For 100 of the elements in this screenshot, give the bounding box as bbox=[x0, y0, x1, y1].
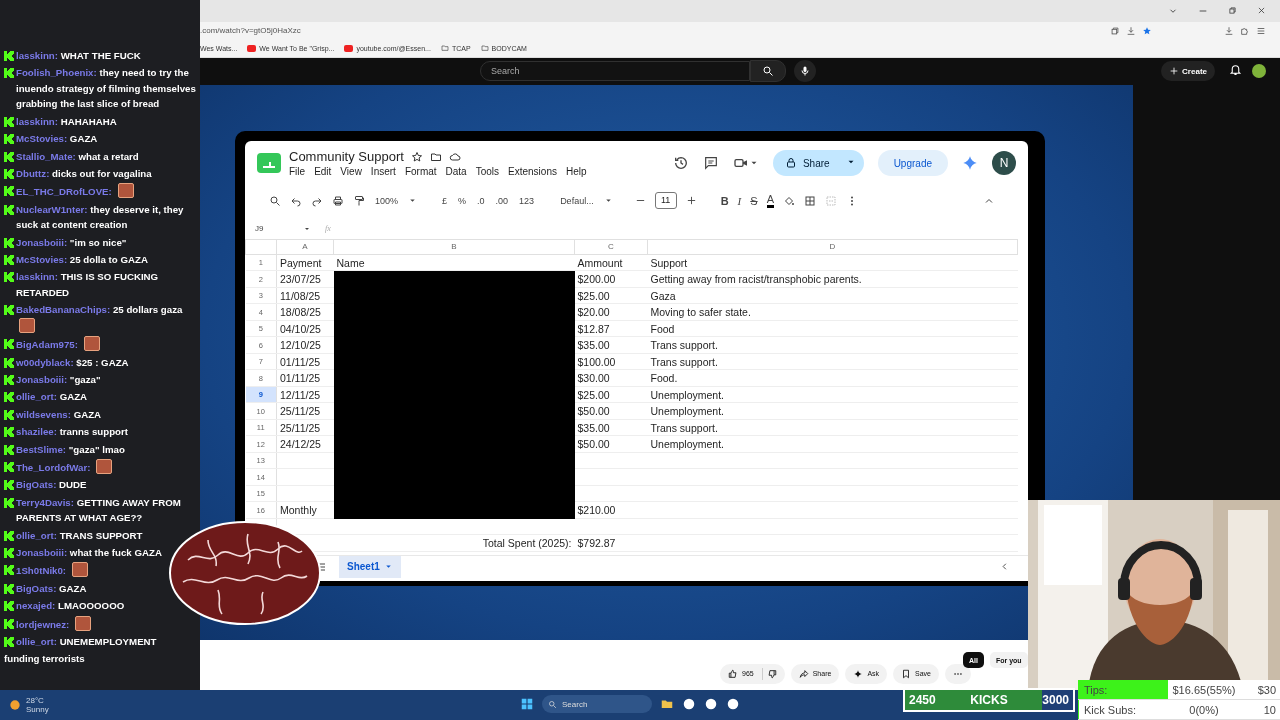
table-cell: Name bbox=[336, 256, 365, 269]
strikethrough-button[interactable]: S bbox=[750, 194, 758, 207]
create-button[interactable]: Create bbox=[1161, 61, 1215, 82]
table-cell: Monthly bbox=[280, 504, 317, 517]
taskbar-search[interactable]: Search bbox=[542, 695, 652, 713]
bold-button[interactable]: B bbox=[720, 194, 729, 207]
table-cell: $25.00 bbox=[577, 388, 610, 401]
table-cell: Trans support. bbox=[650, 421, 718, 434]
menu-item[interactable]: Format bbox=[404, 166, 437, 178]
download-icon[interactable] bbox=[1224, 25, 1234, 36]
cloud-icon[interactable] bbox=[448, 150, 461, 163]
chat-message: Stallio_Mate: what a retard bbox=[16, 149, 139, 164]
kick-badge-icon bbox=[4, 339, 14, 350]
menu-item[interactable]: Tools bbox=[475, 166, 500, 178]
paint-roller-icon[interactable] bbox=[353, 194, 365, 207]
restore-icon[interactable] bbox=[1228, 6, 1237, 16]
menu-icon[interactable] bbox=[1256, 25, 1266, 36]
table-cell: $25.00 bbox=[577, 289, 610, 302]
picture-in-picture-icon[interactable] bbox=[1110, 25, 1120, 36]
table-cell: 12/10/25 bbox=[280, 339, 321, 352]
increase-decimals[interactable]: .00 bbox=[494, 195, 510, 206]
fill-bucket-icon[interactable] bbox=[782, 194, 795, 207]
chat-message: BigOats: DUDE bbox=[16, 478, 87, 493]
more-button[interactable] bbox=[945, 664, 971, 684]
menu-item[interactable]: Insert bbox=[370, 166, 396, 178]
history-icon[interactable] bbox=[672, 155, 689, 172]
avatar-icon[interactable] bbox=[1252, 64, 1266, 79]
kick-badge-icon bbox=[4, 51, 14, 61]
goal-target: 10 bbox=[1263, 703, 1277, 716]
sheet-tab[interactable]: Sheet1 bbox=[339, 555, 401, 578]
kick-badge-icon bbox=[4, 68, 14, 79]
search-field[interactable]: Search bbox=[480, 61, 750, 82]
kick-badge-icon bbox=[4, 461, 14, 472]
upgrade-button[interactable]: Upgrade bbox=[877, 150, 948, 177]
number-format[interactable]: 123 bbox=[518, 195, 536, 206]
kick-badge-icon bbox=[4, 618, 14, 629]
column-header[interactable]: B bbox=[451, 242, 457, 252]
table-cell: 11/08/25 bbox=[280, 289, 321, 302]
search-button[interactable] bbox=[750, 60, 786, 83]
chat-message: Jonasboiii: "gaza" bbox=[16, 372, 101, 387]
app-icon[interactable] bbox=[682, 697, 696, 711]
print-icon[interactable] bbox=[332, 194, 344, 207]
menu-item[interactable]: Edit bbox=[314, 166, 332, 178]
kick-badge-icon bbox=[4, 272, 14, 283]
menu-item[interactable]: Extensions bbox=[508, 166, 557, 178]
app-icon[interactable] bbox=[704, 697, 718, 711]
lock-icon bbox=[784, 157, 797, 170]
zoom-dropdown[interactable]: 100% bbox=[374, 195, 400, 206]
menu-item[interactable]: File bbox=[289, 166, 306, 178]
star-icon[interactable] bbox=[1142, 25, 1152, 36]
chat-message: McStovies: GAZA bbox=[16, 132, 98, 147]
goal-reading: 0(0%) bbox=[1188, 703, 1220, 716]
font-dropdown[interactable]: Defaul... bbox=[559, 195, 595, 206]
chat-message: BakedBananaChips: 25 dollars gaza bbox=[16, 302, 196, 335]
chat-message: ollie_ort: TRANS SUPPORT bbox=[16, 528, 143, 543]
table-cell: $792.87 bbox=[577, 537, 616, 550]
column-header[interactable]: D bbox=[829, 242, 836, 252]
search-icon[interactable] bbox=[269, 194, 281, 207]
borders-icon[interactable] bbox=[803, 194, 816, 207]
decrease-decimals[interactable]: .0 bbox=[476, 195, 486, 206]
star-icon[interactable] bbox=[410, 150, 423, 163]
document-title[interactable]: Community Support bbox=[289, 149, 404, 165]
currency-format[interactable]: £ bbox=[441, 195, 449, 206]
folder-icon[interactable] bbox=[429, 150, 442, 163]
chat-message: Jonasboiii: what the fuck GAZA bbox=[16, 546, 162, 560]
column-header[interactable]: A bbox=[302, 242, 308, 252]
bell-icon[interactable] bbox=[1229, 63, 1242, 77]
share-button[interactable]: Share bbox=[772, 150, 864, 177]
weather-sun-icon bbox=[8, 698, 22, 712]
table-cell: Trans support. bbox=[650, 355, 718, 368]
italic-button[interactable]: I bbox=[737, 194, 742, 207]
close-icon[interactable] bbox=[1257, 6, 1266, 16]
plus-icon[interactable] bbox=[685, 195, 697, 207]
cell-reference[interactable]: J9 bbox=[255, 224, 295, 234]
text-color-button[interactable]: A bbox=[766, 193, 774, 208]
start-windows-icon[interactable] bbox=[520, 697, 534, 711]
table-cell: Trans support. bbox=[650, 339, 718, 352]
kick-badge-icon bbox=[4, 548, 14, 558]
column-header[interactable]: C bbox=[608, 242, 614, 252]
chat-message: 1Sh0tNik0: bbox=[16, 562, 88, 579]
menu-item[interactable]: Help bbox=[565, 166, 587, 178]
menu-item[interactable]: View bbox=[340, 166, 362, 178]
percent-format[interactable]: % bbox=[457, 195, 468, 206]
url-text[interactable]: .com/watch?v=gtO5j0HaXzc bbox=[200, 26, 301, 36]
kick-badge-icon bbox=[4, 497, 14, 508]
puzzle-icon[interactable] bbox=[1240, 25, 1250, 36]
search-icon bbox=[548, 699, 557, 709]
chat-message: funding terrorists bbox=[4, 652, 85, 667]
table-cell: 04/10/25 bbox=[280, 322, 321, 335]
app-icon[interactable] bbox=[726, 697, 740, 711]
menu-item[interactable]: Data bbox=[445, 166, 467, 178]
kick-badge-icon bbox=[4, 357, 14, 368]
account-avatar[interactable]: N bbox=[992, 151, 1016, 176]
install-icon[interactable] bbox=[1126, 25, 1136, 36]
mic-button[interactable] bbox=[794, 60, 816, 83]
kick-badge-icon bbox=[4, 116, 14, 127]
table-cell: $50.00 bbox=[577, 438, 610, 451]
thumbs-down-icon[interactable] bbox=[766, 669, 777, 679]
font-size-field[interactable]: 11 bbox=[654, 192, 677, 210]
comment-icon[interactable] bbox=[702, 155, 719, 172]
